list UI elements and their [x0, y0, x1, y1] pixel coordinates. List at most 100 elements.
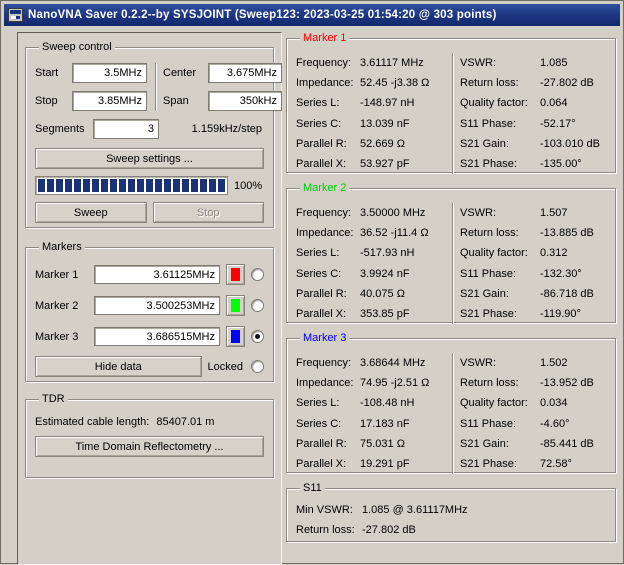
marker-data-columns: Frequency:3.50000 MHzImpedance:36.52 -j1…	[296, 203, 606, 324]
field-label: Impedance:	[296, 377, 360, 389]
field-label: Return loss:	[460, 77, 540, 89]
window-title: NanoVNA Saver 0.2.2--by SYSJOINT (Sweep1…	[28, 9, 497, 21]
field-label: Parallel X:	[296, 308, 360, 320]
tdr-button[interactable]: Time Domain Reflectometry ...	[35, 436, 264, 457]
field-value: -86.718 dB	[540, 288, 606, 300]
field-label: Frequency:	[296, 57, 360, 69]
data-row: Parallel R:52.669 Ω	[296, 134, 452, 154]
marker-1-color-swatch	[231, 268, 240, 281]
segments-input[interactable]	[93, 119, 159, 139]
cable-length-label: Estimated cable length:	[35, 416, 149, 428]
marker-3-radio[interactable]	[251, 330, 264, 343]
field-value: 1.085	[540, 57, 606, 69]
field-value: 3.61117 MHz	[360, 57, 452, 69]
field-label: Series C:	[296, 268, 360, 280]
span-label: Span	[163, 95, 208, 107]
marker-1-frequency-input[interactable]	[94, 265, 220, 284]
data-row: Impedance:36.52 -j11.4 Ω	[296, 223, 452, 243]
marker-2-radio[interactable]	[251, 299, 264, 312]
field-label: Parallel R:	[296, 138, 360, 150]
markers-group-title: Markers	[39, 241, 85, 253]
data-row: Parallel R:40.075 Ω	[296, 284, 452, 304]
marker-1-radio[interactable]	[251, 268, 264, 281]
marker-2-frequency-input[interactable]	[94, 296, 220, 315]
sweep-control-group: Sweep control Start Center Stop Span Seg…	[25, 41, 274, 228]
field-value: -108.48 nH	[360, 397, 452, 409]
titlebar[interactable]: NanoVNA Saver 0.2.2--by SYSJOINT (Sweep1…	[4, 4, 620, 26]
data-row: Quality factor:0.064	[460, 93, 606, 113]
data-row: Min VSWR: 1.085 @ 3.61117MHz	[296, 500, 606, 520]
marker-3-color-swatch	[231, 330, 240, 343]
field-label: Quality factor:	[460, 247, 540, 259]
marker-data-column: Marker 1 Frequency:3.61117 MHzImpedance:…	[286, 32, 616, 542]
data-row: S11 Phase:-52.17°	[460, 114, 606, 134]
marker-data-left-column: Frequency:3.61117 MHz Impedance:52.45 -j3…	[296, 53, 452, 174]
marker-3-row: Marker 3	[35, 326, 264, 347]
data-row: S11 Phase:-132.30°	[460, 264, 606, 284]
marker-1-color-button[interactable]	[226, 264, 245, 285]
stop-input[interactable]	[72, 91, 147, 111]
data-row: Return loss:-13.952 dB	[460, 373, 606, 393]
data-row: S11 Phase:-4.60°	[460, 414, 606, 434]
field-label: S21 Gain:	[460, 438, 540, 450]
hide-data-button[interactable]: Hide data	[35, 356, 202, 377]
marker-3-frequency-input[interactable]	[94, 327, 220, 346]
marker-3-label: Marker 3	[35, 331, 88, 343]
field-label: S21 Phase:	[460, 308, 540, 320]
field-value: 0.034	[540, 397, 606, 409]
field-label: Frequency:	[296, 357, 360, 369]
field-label: Series L:	[296, 397, 360, 409]
data-row: Series L:-108.48 nH	[296, 393, 452, 413]
field-label: Quality factor:	[460, 397, 540, 409]
sweep-settings-button[interactable]: Sweep settings ...	[35, 148, 264, 169]
field-label: Return loss:	[460, 227, 540, 239]
cable-length-row: Estimated cable length: 85407.01 m	[35, 416, 264, 428]
field-value: 74.95 -j2.51 Ω	[360, 377, 452, 389]
sweep-control-title: Sweep control	[39, 41, 115, 53]
sweep-progress-fill	[38, 179, 225, 192]
start-input[interactable]	[72, 63, 147, 83]
locked-radio[interactable]	[251, 360, 264, 373]
marker-3-color-button[interactable]	[226, 326, 245, 347]
stop-label: Stop	[35, 95, 72, 107]
field-value: 17.183 nF	[360, 418, 452, 430]
sweep-button[interactable]: Sweep	[35, 202, 147, 223]
progress-percent-text: 100%	[234, 180, 264, 192]
field-label: Return loss:	[460, 377, 540, 389]
field-value: -4.60°	[540, 418, 606, 430]
field-value: -27.802 dB	[362, 524, 606, 536]
data-row: VSWR:1.085	[460, 53, 606, 73]
data-row: S21 Phase:-135.00°	[460, 154, 606, 174]
marker-2-color-button[interactable]	[226, 295, 245, 316]
data-row: Impedance:52.45 -j3.38 Ω	[296, 73, 452, 93]
marker-data-right-column: VSWR:1.085Return loss:-27.802 dBQuality …	[453, 53, 606, 174]
progress-row: 100%	[35, 176, 264, 195]
field-value: 3.9924 nF	[360, 268, 452, 280]
field-value: 75.031 Ω	[360, 438, 452, 450]
field-value: 53.927 pF	[360, 158, 452, 170]
data-row: S21 Gain:-103.010 dB	[460, 134, 606, 154]
marker-data-left-column: Frequency:3.68644 MHzImpedance:74.95 -j2…	[296, 353, 452, 474]
field-value: 3.50000 MHz	[360, 207, 452, 219]
s11-group: S11 Min VSWR: 1.085 @ 3.61117MHz Return …	[286, 482, 616, 542]
field-value: 1.507	[540, 207, 606, 219]
marker-group-title: Marker 1	[300, 32, 349, 44]
data-row: Parallel R:75.031 Ω	[296, 434, 452, 454]
marker-data-right-column: VSWR:1.507Return loss:-13.885 dBQuality …	[453, 203, 606, 324]
span-input[interactable]	[208, 91, 282, 111]
center-input[interactable]	[208, 63, 282, 83]
s11-group-title: S11	[300, 482, 325, 494]
start-label: Start	[35, 67, 72, 79]
marker-data-columns: Frequency:3.68644 MHzImpedance:74.95 -j2…	[296, 353, 606, 474]
field-value: -13.952 dB	[540, 377, 606, 389]
marker-boxes: Marker 1 Frequency:3.61117 MHzImpedance:…	[286, 32, 616, 482]
stop-button[interactable]: Stop	[153, 202, 265, 223]
center-label: Center	[163, 67, 208, 79]
field-label: S21 Gain:	[460, 138, 540, 150]
field-value: 0.064	[540, 97, 606, 109]
field-value: 3.68644 MHz	[360, 357, 452, 369]
sweep-progress-bar	[35, 176, 228, 195]
data-row: Series C:13.039 nF	[296, 114, 452, 134]
data-row: Parallel X:353.85 pF	[296, 304, 452, 324]
field-value: 13.039 nF	[360, 118, 452, 130]
